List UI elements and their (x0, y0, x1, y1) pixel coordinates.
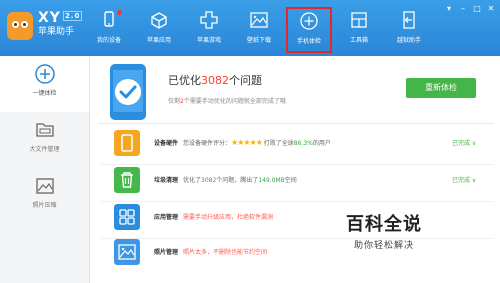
nav-wallpaper[interactable]: 壁纸下载 (236, 8, 282, 52)
nav-apple-apps[interactable]: 苹果应用 (136, 8, 182, 52)
row-warning: 需要手动升级应用，杜绝软件漏洞 (183, 214, 274, 221)
summary-title-prefix: 已优化 (168, 74, 201, 87)
row-name: 照片管理 (154, 249, 179, 256)
notification-dot (117, 10, 122, 15)
row-status[interactable]: 已完成 ∨ (452, 175, 476, 184)
sidebar-item-label: 一键体检 (32, 90, 57, 97)
row-name: 垃圾清理 (154, 177, 179, 184)
close-icon[interactable]: ✕ (486, 4, 496, 14)
check-row-junk-clean: 垃圾清理 优化了3082个问题，腾出了149.0MB空间 已完成 ∨ (100, 167, 494, 202)
watermark: 百科全说 助你轻松解决 (346, 210, 422, 251)
brand-name: XY (38, 10, 61, 26)
row-desc: 您设备硬件评分：★★★★★ 打败了全球86.3%的用户 (183, 138, 331, 147)
plus-circle-icon (34, 64, 55, 84)
row-desc-mid: 个问题，腾出了 (216, 177, 259, 184)
apps-grid-icon (114, 204, 140, 230)
divider (98, 123, 494, 124)
row-status[interactable]: 已完成 ∨ (452, 138, 476, 147)
row-name: 应用管理 (154, 214, 179, 221)
nav-toolbox[interactable]: 工具箱 (336, 8, 382, 52)
summary-title-suffix: 个问题 (229, 74, 262, 87)
row-desc-highlight: 3082 (201, 177, 217, 184)
row-desc: 优化了3082个问题，腾出了149.0MB空间 (183, 175, 297, 184)
row-desc-mid: 打败了全球 (261, 140, 294, 147)
recheck-button[interactable]: 重新体检 (406, 78, 476, 98)
nav-my-device[interactable]: 我的设备 (86, 8, 132, 52)
check-row-hardware: 设备硬件 您设备硬件评分：★★★★★ 打败了全球86.3%的用户 已完成 ∨ (100, 130, 494, 165)
apps-icon (151, 12, 167, 29)
sidebar-item-label: 照片压缩 (32, 202, 57, 209)
minimize-icon[interactable]: – (458, 4, 468, 14)
row-desc-prefix: 您设备硬件评分： (183, 140, 232, 147)
row-separator (100, 164, 494, 165)
row-desc-highlight-2: 149.0MB (258, 177, 285, 184)
wallpaper-icon (250, 12, 268, 28)
row-desc-prefix: 优化了 (183, 177, 202, 184)
nav-phone-checkup[interactable]: 手机体检 (286, 7, 332, 53)
maximize-icon[interactable]: □ (472, 4, 482, 14)
hardware-icon (114, 130, 140, 156)
summary-subtitle: 仅剩2个需要手动优化的问题就全部完成了哦 (168, 96, 286, 105)
brand: XY 2.0 苹果助手 (38, 10, 83, 38)
nav-jailbreak[interactable]: 越狱助手 (386, 8, 432, 52)
watermark-subtitle: 助你轻松解决 (353, 241, 414, 251)
folder-icon (35, 123, 54, 137)
trash-icon (114, 167, 140, 193)
nav-label: 越狱助手 (396, 37, 421, 44)
check-row-app-manage: 应用管理 需要手动升级应用，杜绝软件漏洞 (100, 204, 494, 239)
image-icon (114, 239, 140, 265)
nav-apple-games[interactable]: 苹果游戏 (186, 8, 232, 52)
row-separator (100, 201, 494, 202)
row-warning: 照片太多，不删除也能节约空间 (183, 249, 268, 256)
summary-title: 已优化3082个问题 (168, 72, 262, 88)
nav-label: 手机体检 (296, 38, 321, 45)
skin-icon[interactable]: ▾ (444, 4, 454, 14)
summary-subtitle-prefix: 仅剩 (168, 98, 181, 105)
sidebar: 一键体检 大文件管理 照片压缩 (0, 56, 90, 283)
nav-label: 工具箱 (349, 37, 368, 44)
sidebar-item-photo-compress[interactable]: 照片压缩 (0, 168, 89, 224)
brand-subtitle: 苹果助手 (38, 27, 75, 37)
nav-label: 我的设备 (96, 37, 121, 44)
sidebar-item-label: 大文件管理 (29, 146, 60, 153)
photo-icon (35, 178, 54, 194)
row-name: 设备硬件 (154, 140, 179, 147)
watermark-title: 百科全说 (346, 214, 422, 235)
check-row-photo-manage: 照片管理 照片太多，不删除也能节约空间 (100, 239, 494, 273)
brand-version: 2.0 (62, 11, 83, 21)
jailbreak-icon (403, 11, 415, 29)
checkup-icon (300, 12, 318, 30)
sidebar-item-one-click-check[interactable]: 一键体检 (0, 56, 89, 112)
sidebar-item-big-files[interactable]: 大文件管理 (0, 112, 89, 168)
row-desc-suffix: 空间 (284, 177, 297, 184)
toolbox-icon (351, 12, 367, 28)
main-panel: 已优化3082个问题 仅剩2个需要手动优化的问题就全部完成了哦 重新体检 设备硬… (90, 56, 500, 283)
phone-check-icon (110, 64, 146, 120)
row-desc-highlight: 86.3% (293, 140, 313, 147)
nav-label: 苹果应用 (146, 37, 171, 44)
rating-stars: ★★★★★ (231, 138, 263, 147)
nav-label: 壁纸下载 (246, 37, 271, 44)
device-icon (104, 11, 114, 27)
games-icon (200, 11, 218, 29)
row-desc-suffix: 的用户 (312, 140, 331, 147)
app-logo (7, 12, 33, 40)
top-bar: XY 2.0 苹果助手 我的设备 苹果应用 苹果游戏 壁纸下载 手机体检 工具箱 … (0, 0, 500, 56)
summary-title-count: 3082 (201, 74, 229, 87)
summary-subtitle-suffix: 个需要手动优化的问题就全部完成了哦 (183, 98, 286, 105)
nav-label: 苹果游戏 (196, 37, 221, 44)
